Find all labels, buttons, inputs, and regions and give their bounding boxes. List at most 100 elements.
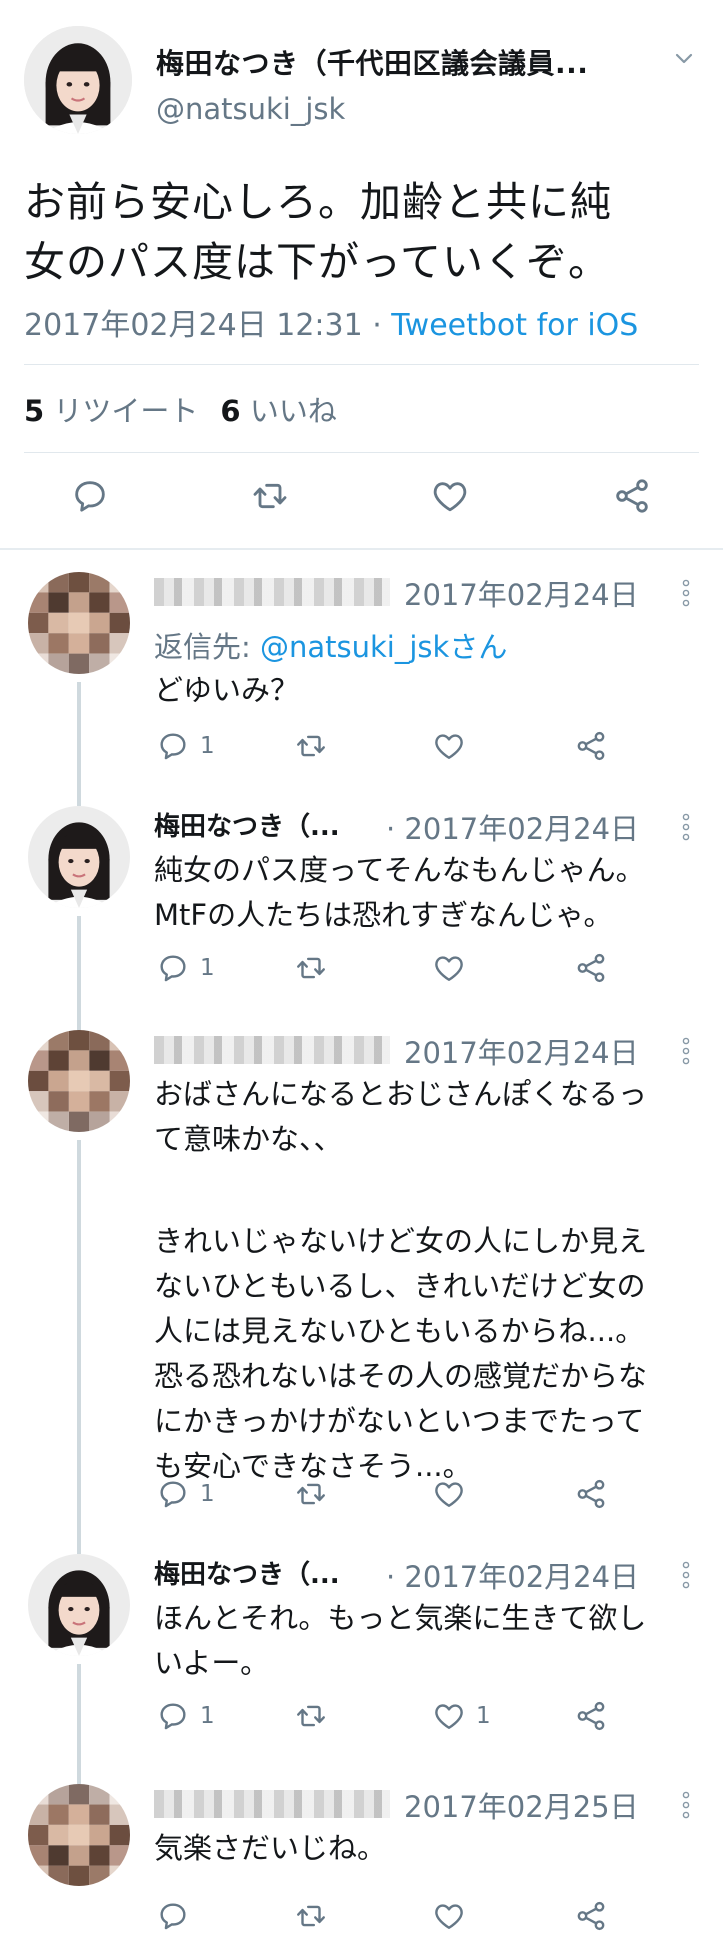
reply-text-line [154, 1162, 714, 1207]
avatar[interactable] [24, 26, 132, 134]
reply-button[interactable]: 1 [156, 728, 215, 764]
reply-to-handle[interactable]: @natsuki_jskさん [260, 630, 507, 664]
profile-photo [24, 26, 132, 134]
reply-author-name[interactable]: 梅田なつき（... [154, 1554, 340, 1591]
author-name[interactable]: 梅田なつき（千代田区議会議員... [156, 42, 588, 82]
reply-icon [156, 1477, 190, 1511]
retweet-button[interactable] [294, 1898, 328, 1934]
share-icon [574, 1899, 608, 1933]
reply-icon [156, 1899, 190, 1933]
retweet-stat-label: リツイート [53, 394, 199, 428]
heart-icon [432, 951, 466, 985]
chevron-down-icon[interactable] [672, 46, 696, 70]
reply-button[interactable] [156, 1898, 190, 1934]
meta-separator: · [362, 308, 392, 343]
tweet-text: お前ら安心しろ。加齢と共に純 女のパス度は下がっていくぞ。 [24, 172, 704, 292]
like-stat[interactable]: 6 いいね [220, 394, 336, 428]
reply-time[interactable]: 2017年02月24日 [404, 1030, 639, 1072]
like-button[interactable] [432, 1476, 466, 1512]
reply-text: ほんとそれ。もっと気楽に生きて欲し いよー。 [154, 1596, 714, 1686]
thread-line [77, 1140, 81, 1554]
reply-text-line: て意味かな、、 [154, 1122, 343, 1156]
reply-text-line: 恐る恐れないはその人の感覚だからな [154, 1359, 648, 1393]
retweet-icon [294, 1477, 328, 1511]
tweet-text-line: お前ら安心しろ。加齢と共に純 [24, 178, 612, 226]
share-icon[interactable] [612, 476, 652, 516]
reply-text-line: どゆいみ？ [154, 673, 300, 707]
thread-line [77, 1664, 81, 1784]
more-dots-icon[interactable] [680, 578, 692, 608]
reply-text-line: 純女のパス度ってそんなもんじゃん。 [154, 853, 645, 887]
tweet-text-line: 女のパス度は下がっていくぞ。 [24, 238, 610, 286]
like-button[interactable] [432, 950, 466, 986]
retweet-button[interactable] [294, 728, 328, 764]
tweet-source-link[interactable]: Tweetbot for iOS [391, 308, 638, 343]
avatar[interactable] [28, 1784, 130, 1886]
reply-actions: 1 1 [154, 1698, 674, 1734]
like-button[interactable] [432, 1898, 466, 1934]
share-button[interactable] [574, 1476, 608, 1512]
heart-icon [432, 729, 466, 763]
share-icon [574, 951, 608, 985]
reply-actions: 1 [154, 950, 674, 986]
author-handle[interactable]: @natsuki_jsk [156, 92, 345, 126]
reply-text-line: ないひともいるし、きれいだけど女の [154, 1269, 646, 1303]
reply-author-name[interactable]: 梅田なつき（... [154, 806, 340, 843]
divider [24, 364, 699, 365]
share-button[interactable] [574, 1698, 608, 1734]
divider [0, 548, 723, 550]
retweet-icon [294, 1899, 328, 1933]
retweet-icon [294, 951, 328, 985]
reply-icon [156, 1699, 190, 1733]
share-button[interactable] [574, 950, 608, 986]
tweet-timestamp[interactable]: 2017年02月24日 12:31 [24, 308, 363, 343]
reply-text: 純女のパス度ってそんなもんじゃん。 MtFの人たちは恐れすぎなんじゃ。 [154, 848, 714, 938]
reply-text-line: きれいじゃないけど女の人にしか見え [154, 1224, 648, 1258]
reply-button[interactable]: 1 [156, 1476, 215, 1512]
retweet-count: 5 [24, 394, 45, 428]
reply-text-line: にかきっかけがないといつまでたって [154, 1404, 645, 1438]
reply-text-line: ほんとそれ。もっと気楽に生きて欲し [154, 1601, 647, 1635]
main-tweet: 梅田なつき（千代田区議会議員... @natsuki_jsk お前ら安心しろ。加… [0, 0, 723, 548]
reply-text-line: いよー。 [154, 1646, 270, 1680]
reply-time[interactable]: · 2017年02月24日 [386, 1554, 639, 1596]
reply-to-label: 返信先: [154, 630, 260, 664]
reply-button[interactable]: 1 [156, 950, 215, 986]
like-button[interactable] [432, 728, 466, 764]
retweet-button[interactable] [294, 950, 328, 986]
avatar[interactable] [28, 1554, 130, 1656]
like-button[interactable]: 1 [432, 1698, 491, 1734]
reply-button[interactable]: 1 [156, 1698, 215, 1734]
avatar[interactable] [28, 806, 130, 908]
tweet-meta: 2017年02月24日 12:31 · Tweetbot for iOS [24, 300, 638, 344]
more-dots-icon[interactable] [680, 1036, 692, 1066]
reply-actions: 1 [154, 728, 674, 764]
share-icon [574, 729, 608, 763]
more-dots-icon[interactable] [680, 1560, 692, 1590]
share-button[interactable] [574, 728, 608, 764]
share-button[interactable] [574, 1898, 608, 1934]
reply-count: 1 [200, 733, 215, 759]
retweet-stat[interactable]: 5 リツイート [24, 394, 198, 428]
reply-icon[interactable] [70, 476, 110, 516]
more-dots-icon[interactable] [680, 1790, 692, 1820]
reply-count: 1 [200, 955, 215, 981]
blurred-name [154, 1790, 390, 1818]
reply-time[interactable]: · 2017年02月24日 [386, 806, 639, 848]
reply-text-line: MtFの人たちは恐れすぎなんじゃ。 [154, 898, 613, 932]
thread-line [77, 916, 81, 1040]
heart-icon[interactable] [430, 476, 470, 516]
reply-time[interactable]: 2017年02月25日 [404, 1784, 639, 1826]
retweet-icon [294, 729, 328, 763]
reply-time[interactable]: 2017年02月24日 [404, 572, 639, 614]
more-dots-icon[interactable] [680, 812, 692, 842]
avatar[interactable] [28, 1030, 130, 1132]
retweet-button[interactable] [294, 1698, 328, 1734]
heart-icon [432, 1477, 466, 1511]
retweet-button[interactable] [294, 1476, 328, 1512]
reply-actions: 1 [154, 1476, 674, 1512]
heart-icon [432, 1699, 466, 1733]
avatar[interactable] [28, 572, 130, 674]
retweet-icon[interactable] [250, 476, 290, 516]
reply-icon [156, 729, 190, 763]
